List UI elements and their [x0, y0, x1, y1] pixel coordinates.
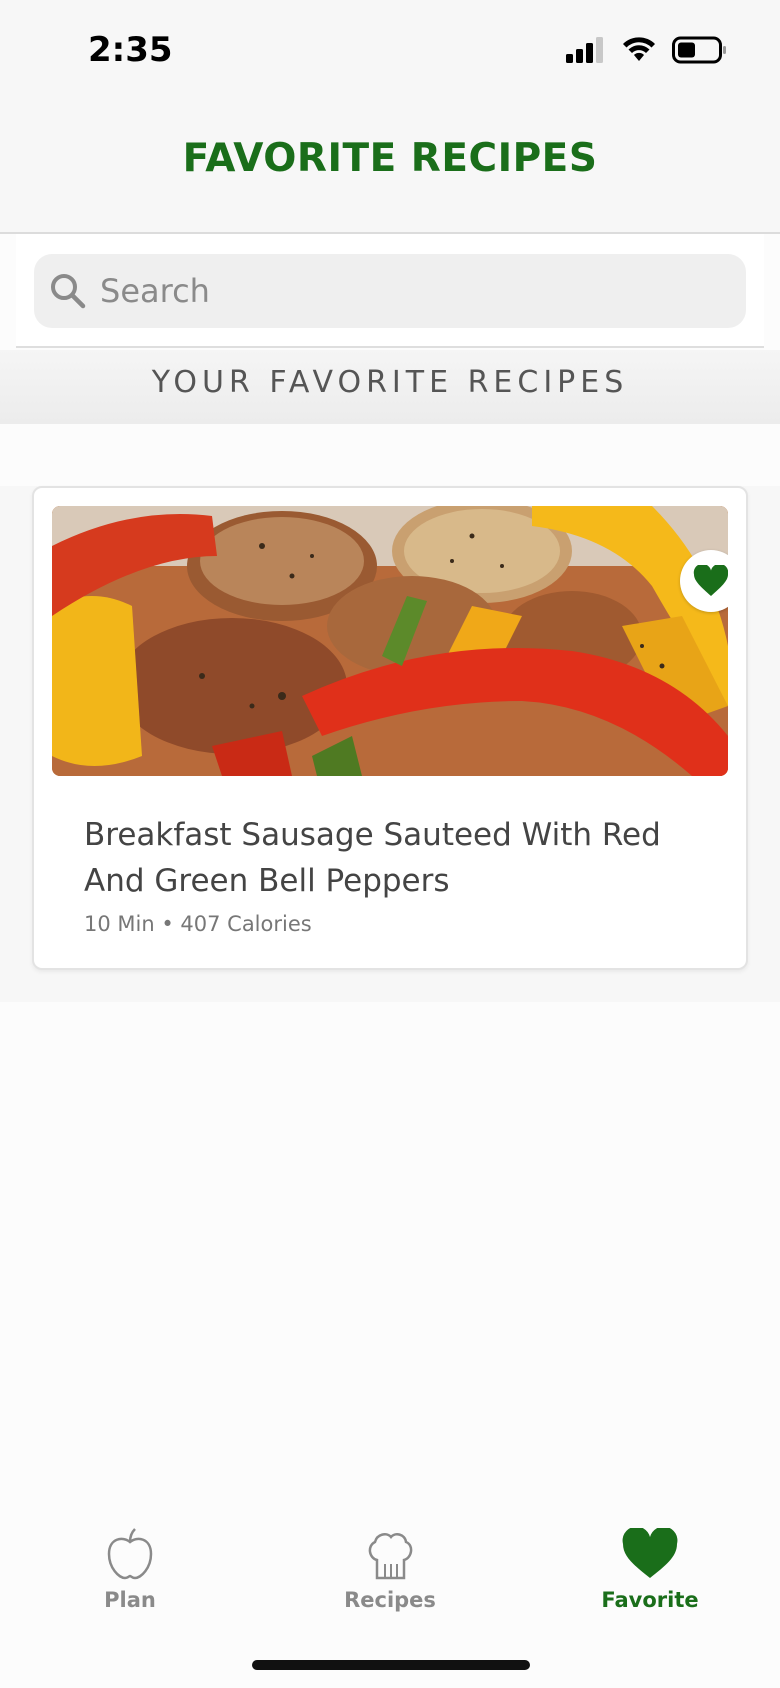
tab-plan-label: Plan	[104, 1588, 156, 1612]
tab-recipes[interactable]: Recipes	[310, 1528, 470, 1612]
heart-icon	[693, 565, 728, 596]
favorite-recipes-screen: 2:35 FAVORITE RECIPES Search YOUR FAVORI…	[0, 0, 780, 1688]
tab-favorite-label: Favorite	[601, 1588, 699, 1612]
search-bar[interactable]	[34, 254, 746, 328]
battery-icon	[672, 36, 726, 64]
tab-recipes-label: Recipes	[344, 1588, 436, 1612]
search-input[interactable]	[100, 272, 720, 310]
apple-icon	[107, 1528, 153, 1580]
chef-hat-icon	[368, 1533, 413, 1580]
sausage-peppers-photo	[52, 506, 728, 776]
page-title: FAVORITE RECIPES	[182, 136, 598, 181]
search-icon	[51, 274, 86, 309]
search-container	[16, 234, 764, 348]
recipe-list: Breakfast Sausage Sauteed With Red And G…	[0, 486, 780, 1002]
home-indicator[interactable]	[252, 1660, 530, 1670]
header: FAVORITE RECIPES	[0, 100, 780, 234]
recipe-title: Breakfast Sausage Sauteed With Red And G…	[84, 817, 661, 899]
recipe-card[interactable]: Breakfast Sausage Sauteed With Red And G…	[32, 486, 748, 970]
status-bar: 2:35	[0, 0, 780, 100]
section-heading: YOUR FAVORITE RECIPES	[0, 350, 780, 424]
signal-icon	[566, 37, 603, 63]
recipe-meta: 10 Min • 407 Calories	[84, 912, 312, 936]
recipe-image	[52, 506, 728, 776]
wifi-icon	[623, 37, 655, 61]
status-time: 2:35	[88, 30, 173, 70]
tab-favorite[interactable]: Favorite	[570, 1528, 730, 1612]
tab-plan[interactable]: Plan	[50, 1528, 210, 1612]
heart-icon	[622, 1528, 678, 1578]
status-icons	[566, 36, 728, 64]
